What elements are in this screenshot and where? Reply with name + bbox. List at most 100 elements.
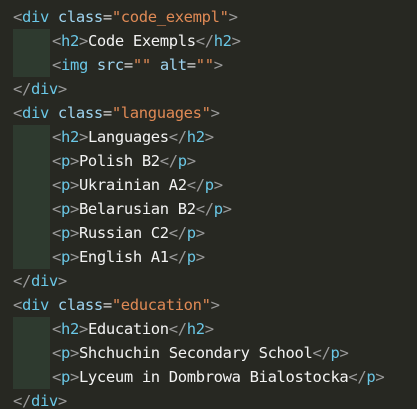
code-line[interactable]: <div class="languages"> <box>0 101 417 125</box>
bracket-token: </ <box>13 272 31 290</box>
bracket-token: > <box>69 368 79 386</box>
text-token: Code Exempls <box>87 32 196 50</box>
bracket-token: > <box>69 152 79 170</box>
code-line[interactable]: </div> <box>0 77 417 101</box>
tag-token: h2 <box>60 320 79 338</box>
bracket-token: > <box>186 152 196 170</box>
code-line[interactable]: <p>Polish B2</p> <box>0 149 417 173</box>
bracket-token: > <box>339 344 349 362</box>
code-line-content: <p>Belarusian B2</p> <box>52 197 232 221</box>
bracket-token: > <box>69 248 79 266</box>
tag-token: p <box>60 368 70 386</box>
bracket-token: </ <box>348 368 367 386</box>
tag-token: p <box>60 176 70 194</box>
string-token: "" <box>195 56 214 74</box>
bracket-token: </ <box>168 248 187 266</box>
tag-token: h2 <box>186 320 205 338</box>
code-line[interactable]: <p>Lyceum in Dombrowa Bialostocka</p> <box>0 365 417 389</box>
bracket-token: > <box>78 32 88 50</box>
code-line[interactable]: </div> <box>0 389 417 409</box>
bracket-token: > <box>195 224 205 242</box>
code-line-content: <div class="code_exempl"> <box>13 5 238 29</box>
attribute-token: alt <box>159 56 187 74</box>
bracket-token: > <box>69 344 79 362</box>
tag-token: p <box>60 152 70 170</box>
tag-token: img <box>60 56 88 74</box>
tag-token: p <box>60 248 70 266</box>
tag-token: p <box>177 152 187 170</box>
string-token: "education" <box>111 296 211 314</box>
bracket-token: < <box>13 104 22 122</box>
text-token: Ukrainian A2 <box>78 176 187 194</box>
bracket-token: > <box>210 104 220 122</box>
code-line[interactable]: <p>Shchuchin Secondary School</p> <box>0 341 417 365</box>
code-line-content: <p>Polish B2</p> <box>52 149 196 173</box>
code-line-content: <h2>Education</h2> <box>52 317 214 341</box>
indent-guide <box>13 245 50 269</box>
bracket-token: < <box>13 8 22 26</box>
bracket-token: </ <box>13 80 31 98</box>
attribute-token: src <box>96 56 124 74</box>
code-line[interactable]: <h2>Code Exempls</h2> <box>0 29 417 53</box>
indent-guide <box>13 317 50 341</box>
bracket-token: < <box>52 152 61 170</box>
tag-token: div <box>21 296 49 314</box>
string-token: "code_exempl" <box>111 8 229 26</box>
string-token: "" <box>132 56 151 74</box>
code-line[interactable]: <p>Ukrainian A2</p> <box>0 173 417 197</box>
tag-token: p <box>213 200 223 218</box>
bracket-token: < <box>52 248 61 266</box>
bracket-token: < <box>52 176 61 194</box>
bracket-token: < <box>52 32 61 50</box>
code-line[interactable]: </div> <box>0 269 417 293</box>
bracket-token: < <box>52 200 61 218</box>
indent-guide <box>13 125 50 149</box>
indent-guide <box>13 341 50 365</box>
bracket-token: > <box>69 176 79 194</box>
code-line[interactable]: <p>Belarusian B2</p> <box>0 197 417 221</box>
indent-guide <box>13 365 50 389</box>
tag-token: div <box>30 392 58 409</box>
code-line[interactable]: <img src="" alt=""> <box>0 53 417 77</box>
text-token: Lyceum in Dombrowa Bialostocka <box>78 368 349 386</box>
bracket-token: < <box>52 224 61 242</box>
bracket-token: </ <box>168 128 187 146</box>
code-line-content: <div class="languages"> <box>13 101 220 125</box>
code-line[interactable]: <h2>Languages</h2> <box>0 125 417 149</box>
bracket-token: > <box>204 128 214 146</box>
attribute-token: class <box>57 104 103 122</box>
code-line[interactable]: <h2>Education</h2> <box>0 317 417 341</box>
code-line[interactable]: <p>Russian C2</p> <box>0 221 417 245</box>
tag-token: h2 <box>60 128 79 146</box>
indent-guide <box>13 29 50 53</box>
attribute-token: class <box>57 8 103 26</box>
bracket-token: </ <box>186 176 205 194</box>
equals-token: = <box>102 8 112 26</box>
tag-token: p <box>60 200 70 218</box>
bracket-token: </ <box>13 392 31 409</box>
bracket-token: </ <box>195 200 214 218</box>
text-token: Polish B2 <box>78 152 160 170</box>
code-line[interactable]: <div class="education"> <box>0 293 417 317</box>
code-line[interactable]: <div class="code_exempl"> <box>0 5 417 29</box>
code-line-content: <p>Ukrainian A2</p> <box>52 173 223 197</box>
code-line[interactable]: <p>English A1</p> <box>0 245 417 269</box>
tag-token: div <box>21 8 49 26</box>
bracket-token: > <box>204 320 214 338</box>
code-line-content: <p>English A1</p> <box>52 245 205 269</box>
indent-guide <box>13 173 50 197</box>
bracket-token: > <box>78 320 88 338</box>
indent-guide <box>13 197 50 221</box>
code-editor[interactable]: <div class="code_exempl"> <h2>Code Exempl… <box>0 0 417 409</box>
bracket-token: > <box>57 392 67 409</box>
string-token: "languages" <box>111 104 211 122</box>
code-line-content: <h2>Languages</h2> <box>52 125 214 149</box>
tag-token: p <box>204 176 214 194</box>
bracket-token: > <box>78 128 88 146</box>
bracket-token: > <box>213 176 223 194</box>
tag-token: p <box>60 344 70 362</box>
bracket-token: > <box>231 32 241 50</box>
